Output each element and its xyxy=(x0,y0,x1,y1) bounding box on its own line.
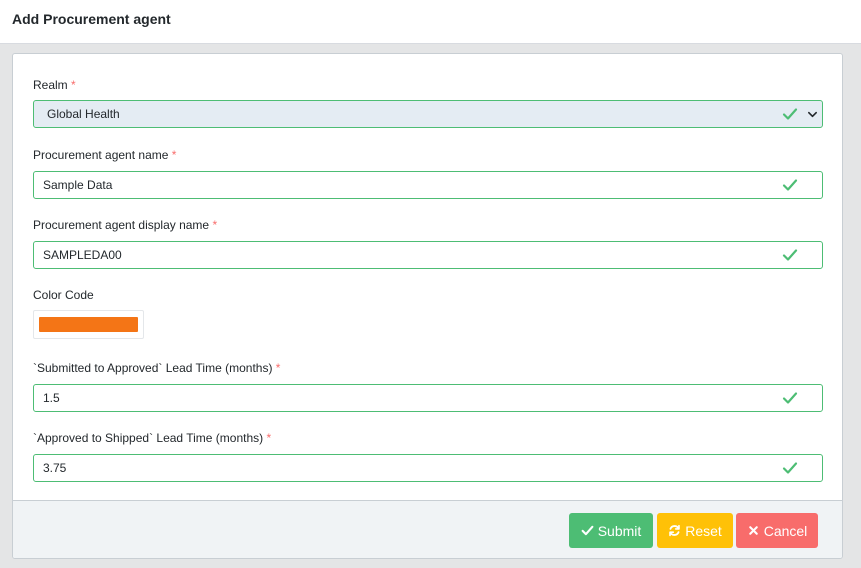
cancel-button[interactable]: Cancel xyxy=(736,513,818,548)
display-name-label-text: Procurement agent display name xyxy=(33,218,210,232)
required-marker: * xyxy=(171,148,177,162)
chevron-down-icon xyxy=(808,111,817,118)
realm-select-value: Global Health xyxy=(47,107,120,121)
agent-name-label-text: Procurement agent name xyxy=(33,148,169,162)
display-name-value: SAMPLEDA00 xyxy=(43,248,122,262)
procurement-agent-form-card: Realm * Global Health Procurement agent … xyxy=(12,53,843,559)
required-marker: * xyxy=(71,78,76,92)
check-icon xyxy=(782,392,798,404)
color-swatch xyxy=(39,317,138,332)
times-icon xyxy=(748,526,758,535)
submitted-to-approved-label: `Submitted to Approved` Lead Time (month… xyxy=(33,361,280,375)
reset-button-label: Reset xyxy=(685,522,722,539)
page-header: Add Procurement agent xyxy=(0,0,861,44)
submit-button[interactable]: Submit xyxy=(569,513,653,548)
page-title: Add Procurement agent xyxy=(12,11,171,27)
approved-to-shipped-value: 3.75 xyxy=(43,461,67,475)
submitted-to-approved-input[interactable]: 1.5 xyxy=(33,384,823,412)
realm-label: Realm * xyxy=(33,78,76,92)
required-marker: * xyxy=(275,361,281,375)
form-body: Realm * Global Health Procurement agent … xyxy=(13,54,842,500)
agent-name-label: Procurement agent name * xyxy=(33,148,176,162)
check-icon xyxy=(581,525,594,536)
color-code-label: Color Code xyxy=(33,288,94,302)
realm-select[interactable]: Global Health xyxy=(33,100,823,128)
realm-label-text: Realm xyxy=(33,78,68,92)
required-marker: * xyxy=(212,218,218,232)
agent-name-input[interactable]: Sample Data xyxy=(33,171,823,199)
submitted-to-approved-label-text: `Submitted to Approved` Lead Time (month… xyxy=(33,361,273,375)
display-name-input[interactable]: SAMPLEDA00 xyxy=(33,241,823,269)
approved-to-shipped-label: `Approved to Shipped` Lead Time (months)… xyxy=(33,431,271,445)
check-icon xyxy=(782,249,798,261)
submit-button-label: Submit xyxy=(597,522,642,539)
check-icon xyxy=(782,108,798,120)
color-picker[interactable] xyxy=(33,310,144,339)
required-marker: * xyxy=(266,431,272,445)
display-name-label: Procurement agent display name * xyxy=(33,218,217,232)
agent-name-value: Sample Data xyxy=(43,178,113,192)
check-icon xyxy=(782,179,798,191)
cancel-button-label: Cancel xyxy=(763,522,808,539)
approved-to-shipped-input[interactable]: 3.75 xyxy=(33,454,823,482)
check-icon xyxy=(782,462,798,474)
reset-button[interactable]: Reset xyxy=(657,513,733,548)
submitted-to-approved-value: 1.5 xyxy=(43,391,60,405)
form-footer: Submit Reset Cancel xyxy=(13,500,842,558)
refresh-icon xyxy=(669,524,680,537)
approved-to-shipped-label-text: `Approved to Shipped` Lead Time (months) xyxy=(33,431,264,445)
